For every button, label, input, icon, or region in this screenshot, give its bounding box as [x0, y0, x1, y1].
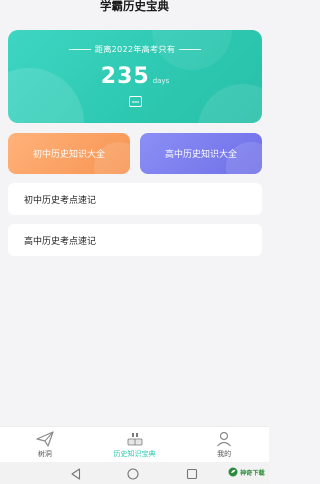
junior-history-knowledge-label: 初中历史知识大全: [32, 150, 105, 160]
book-icon: [127, 433, 142, 446]
tab-history-handbook[interactable]: 历史知识宝典: [90, 427, 180, 462]
recent-apps-icon[interactable]: [186, 468, 198, 480]
back-icon[interactable]: [70, 468, 82, 480]
countdown-text: 距离2022年高考只有: [94, 44, 176, 54]
home-icon[interactable]: [127, 468, 139, 480]
tab-label: 树洞: [37, 450, 52, 458]
exam-countdown-card: 距离2022年高考只有 235 days: [8, 30, 262, 123]
senior-history-knowledge-button[interactable]: 高中历史知识大全: [140, 133, 262, 174]
tab-mine[interactable]: 我的: [179, 427, 269, 462]
countdown-caption: 距离2022年高考只有: [8, 43, 262, 55]
decorative-circle: [198, 84, 262, 123]
days-unit: days: [152, 77, 170, 85]
junior-history-knowledge-button[interactable]: 初中历史知识大全: [8, 133, 130, 174]
bottom-tab-bar: 树洞 历史知识宝典 我的: [0, 426, 269, 462]
senior-history-notes-label: 高中历史考点速记: [24, 236, 97, 247]
days-remaining: 235 days: [8, 64, 262, 89]
app-screen: 学霸历史宝典 距离2022年高考只有 235 days 初中历史知识大全 高中历史…: [0, 0, 269, 484]
user-icon: [217, 431, 232, 447]
watermark: 神奇下载: [228, 467, 265, 477]
tab-tree-hole[interactable]: 树洞: [0, 427, 90, 462]
junior-history-notes-label: 初中历史考点速记: [24, 195, 97, 206]
senior-history-notes-item[interactable]: 高中历史考点速记: [8, 224, 262, 256]
tab-label: 我的: [217, 450, 232, 458]
app-title: 学霸历史宝典: [100, 0, 169, 13]
paper-plane-icon: [36, 431, 54, 447]
calendar-icon[interactable]: [129, 96, 142, 107]
junior-history-notes-item[interactable]: 初中历史考点速记: [8, 183, 262, 215]
leaf-icon: [228, 467, 238, 477]
watermark-text: 神奇下载: [240, 469, 265, 477]
days-number: 235: [100, 64, 150, 89]
divider: [179, 48, 202, 50]
divider: [68, 48, 91, 50]
tab-label: 历史知识宝典: [113, 450, 156, 458]
senior-history-knowledge-label: 高中历史知识大全: [164, 150, 237, 160]
